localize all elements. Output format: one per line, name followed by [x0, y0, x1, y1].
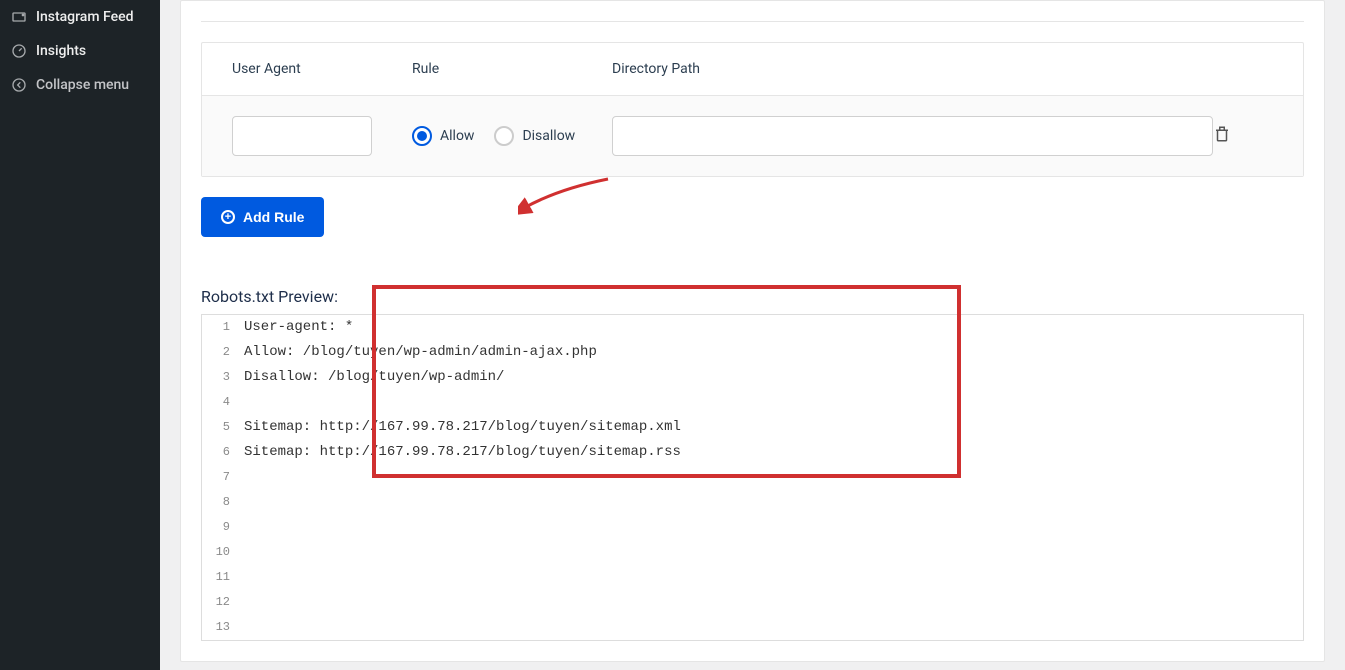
code-line: 9 [202, 515, 1303, 540]
line-content [240, 490, 244, 515]
line-content [240, 390, 244, 415]
line-number: 10 [202, 540, 240, 565]
settings-card: User Agent Rule Directory Path Allow Dis [180, 0, 1325, 662]
sidebar-item-insights[interactable]: Insights [0, 34, 160, 68]
line-content: Sitemap: http://167.99.78.217/blog/tuyen… [240, 440, 681, 465]
delete-rule-button[interactable] [1213, 128, 1231, 147]
sidebar-item-collapse-menu[interactable]: Collapse menu [0, 68, 160, 102]
line-number: 1 [202, 315, 240, 340]
line-number: 2 [202, 340, 240, 365]
sidebar-item-label: Instagram Feed [36, 9, 134, 25]
admin-sidebar: Instagram Feed Insights Collapse menu [0, 0, 160, 670]
radio-allow-label: Allow [440, 128, 474, 144]
line-content: Sitemap: http://167.99.78.217/blog/tuyen… [240, 415, 681, 440]
add-rule-button[interactable]: + Add Rule [201, 197, 324, 237]
line-number: 11 [202, 565, 240, 590]
main-content: User Agent Rule Directory Path Allow Dis [160, 0, 1345, 670]
line-number: 8 [202, 490, 240, 515]
gauge-icon [10, 42, 28, 60]
radio-circle-icon [412, 126, 432, 146]
sidebar-item-label: Insights [36, 43, 86, 59]
line-content [240, 615, 244, 640]
rule-row: Allow Disallow [202, 95, 1303, 176]
code-line: 8 [202, 490, 1303, 515]
code-line: 2Allow: /blog/tuyen/wp-admin/admin-ajax.… [202, 340, 1303, 365]
line-number: 7 [202, 465, 240, 490]
user-agent-input[interactable] [232, 116, 372, 156]
line-content: Disallow: /blog/tuyen/wp-admin/ [240, 365, 504, 390]
directory-path-input[interactable] [612, 116, 1213, 156]
code-line: 5Sitemap: http://167.99.78.217/blog/tuye… [202, 415, 1303, 440]
line-number: 13 [202, 615, 240, 640]
plus-circle-icon: + [221, 210, 235, 224]
column-header-directory-path: Directory Path [612, 61, 1213, 77]
add-rule-label: Add Rule [243, 209, 304, 225]
radio-allow[interactable]: Allow [412, 126, 474, 146]
collapse-icon [10, 76, 28, 94]
line-content [240, 465, 244, 490]
line-content [240, 565, 244, 590]
code-line: 10 [202, 540, 1303, 565]
instagram-icon [10, 8, 28, 26]
robots-preview-title: Robots.txt Preview: [201, 287, 1304, 306]
rule-table: User Agent Rule Directory Path Allow Dis [201, 42, 1304, 177]
rule-radio-group: Allow Disallow [412, 126, 612, 146]
line-number: 6 [202, 440, 240, 465]
code-line: 4 [202, 390, 1303, 415]
code-line: 11 [202, 565, 1303, 590]
radio-disallow[interactable]: Disallow [494, 126, 575, 146]
radio-circle-icon [494, 126, 514, 146]
line-number: 4 [202, 390, 240, 415]
code-line: 13 [202, 615, 1303, 640]
code-line: 3Disallow: /blog/tuyen/wp-admin/ [202, 365, 1303, 390]
line-content: Allow: /blog/tuyen/wp-admin/admin-ajax.p… [240, 340, 597, 365]
sidebar-item-label: Collapse menu [36, 77, 129, 93]
sidebar-item-instagram-feed[interactable]: Instagram Feed [0, 0, 160, 34]
code-line: 6Sitemap: http://167.99.78.217/blog/tuye… [202, 440, 1303, 465]
code-line: 1User-agent: * [202, 315, 1303, 340]
column-header-rule: Rule [412, 61, 612, 77]
line-content: User-agent: * [240, 315, 353, 340]
code-line: 12 [202, 590, 1303, 615]
line-content [240, 590, 244, 615]
radio-disallow-label: Disallow [522, 128, 575, 144]
line-number: 9 [202, 515, 240, 540]
robots-preview-editor[interactable]: 1User-agent: *2Allow: /blog/tuyen/wp-adm… [201, 314, 1304, 641]
line-content [240, 515, 244, 540]
code-line: 7 [202, 465, 1303, 490]
column-header-user-agent: User Agent [232, 61, 412, 77]
line-number: 5 [202, 415, 240, 440]
line-content [240, 540, 244, 565]
line-number: 12 [202, 590, 240, 615]
line-number: 3 [202, 365, 240, 390]
rule-table-header: User Agent Rule Directory Path [202, 43, 1303, 95]
section-divider [201, 21, 1304, 22]
